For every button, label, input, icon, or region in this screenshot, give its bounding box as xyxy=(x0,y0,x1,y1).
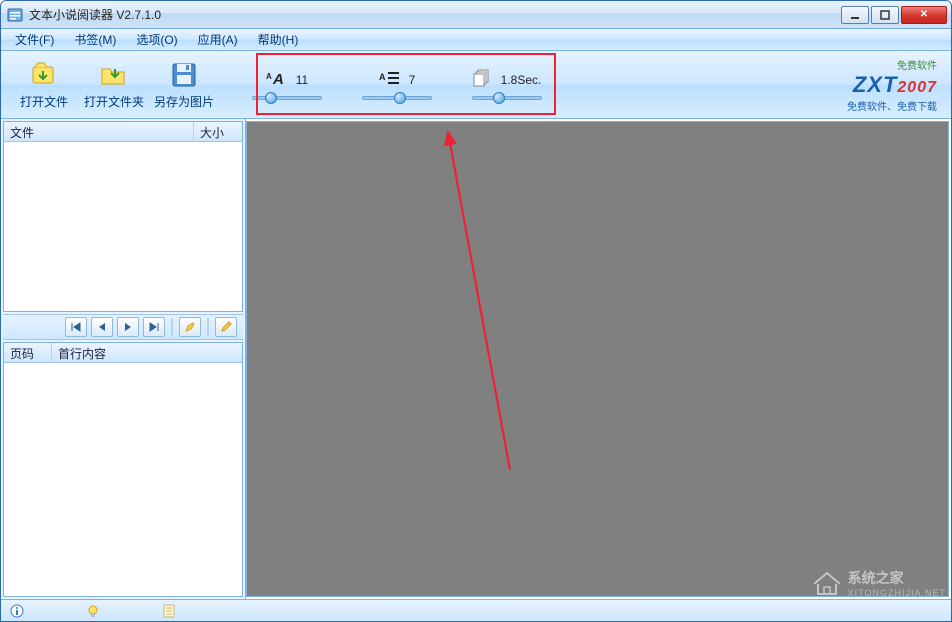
page-list-header: 页码 首行内容 xyxy=(4,343,242,363)
open-file-button[interactable]: 打开文件 xyxy=(9,59,79,110)
svg-text:A: A xyxy=(379,72,386,82)
save-as-image-button[interactable]: 另存为图片 xyxy=(149,59,219,110)
titlebar: 文本小说阅读器 V2.7.1.0 ✕ xyxy=(1,1,951,29)
col-file[interactable]: 文件 xyxy=(4,122,194,141)
maximize-button[interactable] xyxy=(871,6,899,24)
open-folder-button[interactable]: 打开文件夹 xyxy=(79,59,149,110)
page-list-body[interactable] xyxy=(4,363,242,596)
reader-content[interactable] xyxy=(246,121,949,597)
prev-page-button[interactable] xyxy=(91,317,113,337)
sidebar: 文件 大小 页码 首行内容 xyxy=(1,119,246,599)
brand-logo[interactable]: 免费软件 ZXT2007 免费软件、免费下载 xyxy=(847,57,943,113)
save-as-image-label: 另存为图片 xyxy=(149,93,219,110)
font-size-value: 11 xyxy=(296,73,308,87)
close-button[interactable]: ✕ xyxy=(901,6,947,24)
body-area: 文件 大小 页码 首行内容 xyxy=(1,119,951,599)
window-controls: ✕ xyxy=(841,6,947,24)
line-spacing-slider[interactable] xyxy=(362,96,432,100)
logo-main: ZXT2007 xyxy=(847,72,937,98)
minimize-button[interactable] xyxy=(841,6,869,24)
svg-text:A: A xyxy=(266,72,272,81)
font-size-icon: AA xyxy=(266,69,288,90)
app-window: 文本小说阅读器 V2.7.1.0 ✕ 文件(F) 书签(M) 选项(O) 应用(… xyxy=(0,0,952,622)
file-list-header: 文件 大小 xyxy=(4,122,242,142)
logo-subtitle: 免费软件、免费下载 xyxy=(847,98,937,113)
interval-control[interactable]: 1.8Sec. xyxy=(457,69,557,100)
file-list-panel: 文件 大小 xyxy=(3,121,243,312)
col-size[interactable]: 大小 xyxy=(194,122,242,141)
open-file-icon xyxy=(28,59,60,91)
svg-text:A: A xyxy=(272,71,284,87)
menubar: 文件(F) 书签(M) 选项(O) 应用(A) 帮助(H) xyxy=(1,29,951,51)
save-icon xyxy=(168,59,200,91)
menu-file[interactable]: 文件(F) xyxy=(5,29,64,50)
next-page-button[interactable] xyxy=(117,317,139,337)
open-folder-icon xyxy=(98,59,130,91)
line-spacing-control[interactable]: A 7 xyxy=(347,69,447,100)
edit-button[interactable] xyxy=(215,317,237,337)
nav-toolbar xyxy=(3,314,243,340)
note-icon[interactable] xyxy=(161,603,177,619)
first-page-button[interactable] xyxy=(65,317,87,337)
open-folder-label: 打开文件夹 xyxy=(79,93,149,110)
highlight-button[interactable] xyxy=(179,317,201,337)
info-icon[interactable] xyxy=(9,603,25,619)
col-firstline[interactable]: 首行内容 xyxy=(52,343,242,362)
file-list-body[interactable] xyxy=(4,142,242,311)
app-icon xyxy=(7,7,23,23)
window-title: 文本小说阅读器 V2.7.1.0 xyxy=(29,6,841,23)
interval-value: 1.8Sec. xyxy=(501,73,542,87)
menu-bookmark[interactable]: 书签(M) xyxy=(64,29,126,50)
interval-slider[interactable] xyxy=(472,96,542,100)
pages-icon xyxy=(473,69,493,90)
last-page-button[interactable] xyxy=(143,317,165,337)
slider-area: AA 11 A 7 xyxy=(237,69,557,100)
separator xyxy=(171,318,173,336)
line-spacing-value: 7 xyxy=(409,73,416,87)
font-size-slider[interactable] xyxy=(252,96,322,100)
toolbar: 打开文件 打开文件夹 另存为图片 AA 11 xyxy=(1,51,951,119)
logo-link[interactable]: 免费软件 xyxy=(847,57,937,72)
menu-app[interactable]: 应用(A) xyxy=(188,29,248,50)
bulb-icon[interactable] xyxy=(85,603,101,619)
separator xyxy=(207,318,209,336)
open-file-label: 打开文件 xyxy=(9,93,79,110)
page-list-panel: 页码 首行内容 xyxy=(3,342,243,597)
col-page[interactable]: 页码 xyxy=(4,343,52,362)
statusbar xyxy=(1,599,951,621)
menu-options[interactable]: 选项(O) xyxy=(126,29,187,50)
line-spacing-icon: A xyxy=(379,69,401,90)
menu-help[interactable]: 帮助(H) xyxy=(248,29,309,50)
font-size-control[interactable]: AA 11 xyxy=(237,69,337,100)
